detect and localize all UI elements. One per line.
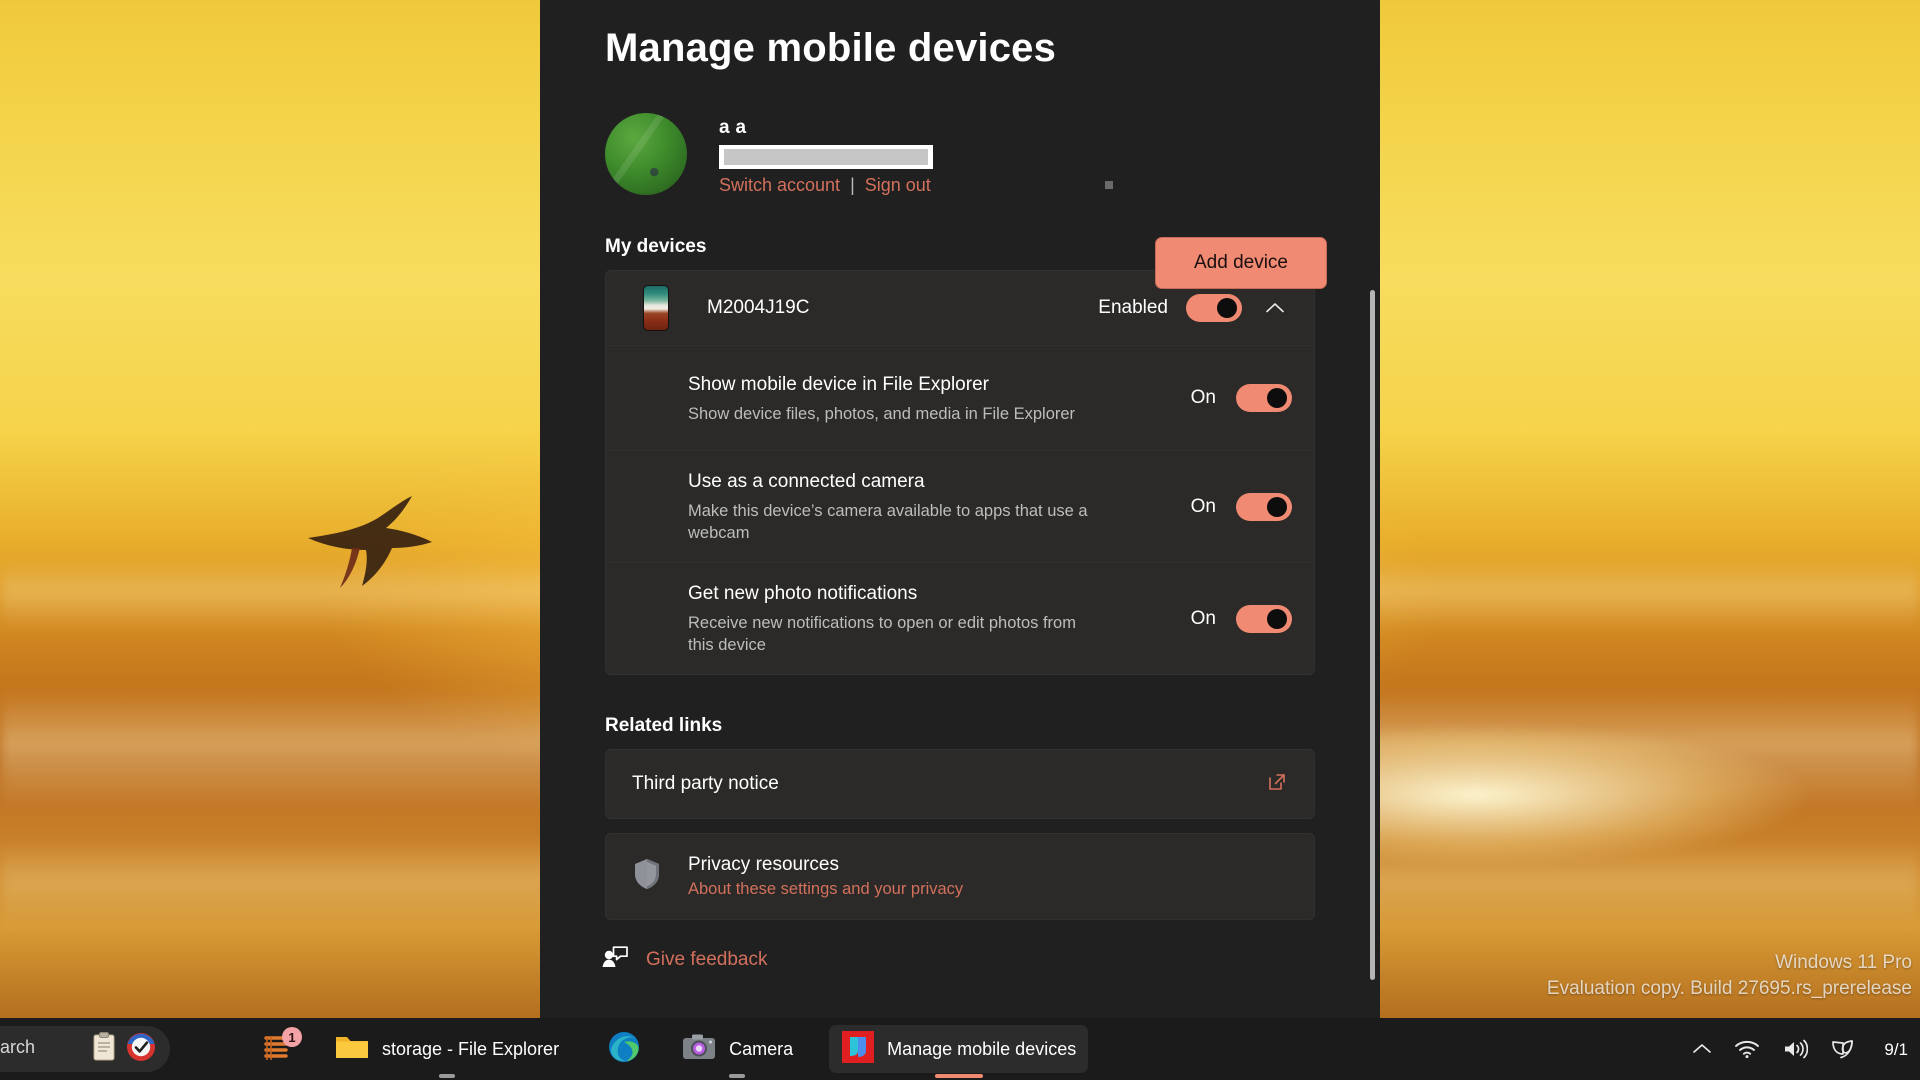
- setting-title: Get new photo notifications: [688, 583, 918, 604]
- open-external-icon: [1266, 771, 1288, 798]
- energy-saver-leaf-icon[interactable]: [1830, 1038, 1856, 1060]
- give-feedback-label: Give feedback: [646, 948, 768, 970]
- related-links-heading: Related links: [605, 715, 723, 736]
- setting-row: Use as a connected camera Make this devi…: [606, 451, 1314, 562]
- page-title: Manage mobile devices: [605, 26, 1057, 70]
- account-links: Switch account | Sign out: [719, 175, 933, 196]
- taskbar-item-manage-mobile-devices[interactable]: Manage mobile devices: [829, 1025, 1089, 1078]
- taskbar-item-label: Manage mobile devices: [887, 1038, 1077, 1059]
- setting-state-label: On: [1190, 607, 1216, 629]
- search-label: arch: [0, 1037, 36, 1057]
- sign-out-link[interactable]: Sign out: [865, 175, 931, 196]
- setting-row: Get new photo notifications Receive new …: [606, 563, 1314, 674]
- setting-description: Make this device’s camera available to a…: [688, 502, 1088, 542]
- notification-badge: 1: [282, 1027, 302, 1047]
- cursor-artifact: [1105, 181, 1113, 189]
- device-state-label: Enabled: [1098, 297, 1168, 318]
- taskbar-item-file-explorer[interactable]: storage - File Explorer: [322, 1025, 571, 1078]
- search-box[interactable]: arch: [0, 1026, 170, 1072]
- taskbar: arch 1 storage - File Explorer Camera Ma…: [0, 1018, 1920, 1080]
- taskbar-item-edge[interactable]: [595, 1025, 653, 1073]
- setting-control: On: [1190, 604, 1292, 633]
- privacy-resources-link[interactable]: Privacy resources About these settings a…: [605, 833, 1315, 920]
- wifi-icon[interactable]: [1734, 1039, 1760, 1059]
- setting-text: Get new photo notifications Receive new …: [688, 581, 1191, 656]
- taskbar-item-label: Camera: [729, 1038, 794, 1059]
- privacy-resources-title: Privacy resources: [688, 854, 839, 875]
- setting-card-connected-camera: Use as a connected camera Make this devi…: [605, 450, 1315, 562]
- taskbar-item-camera[interactable]: Camera: [669, 1025, 805, 1078]
- windows-watermark: Windows 11 Pro Evaluation copy. Build 27…: [1547, 950, 1912, 1002]
- taskbar-running-indicator: [438, 1074, 455, 1078]
- setting-card-photo-notifications: Get new photo notifications Receive new …: [605, 562, 1315, 675]
- device-enabled-toggle[interactable]: [1186, 294, 1242, 322]
- connected-camera-toggle[interactable]: [1236, 492, 1292, 521]
- add-device-button[interactable]: Add device: [1155, 237, 1327, 289]
- clock[interactable]: 9/1: [1878, 1039, 1908, 1060]
- feedback-icon: [602, 946, 628, 973]
- phone-thumbnail-icon: [643, 285, 669, 331]
- clipboard-icon[interactable]: [90, 1031, 118, 1067]
- manage-mobile-devices-window: Manage mobile devices a a Switch account…: [540, 0, 1380, 1018]
- edge-icon: [607, 1030, 641, 1069]
- setting-control: On: [1190, 492, 1292, 521]
- switch-account-link[interactable]: Switch account: [719, 175, 840, 196]
- election-check-icon[interactable]: [126, 1032, 156, 1067]
- phone-link-icon: [841, 1030, 875, 1069]
- collapse-device-chevron-up-icon[interactable]: [1258, 291, 1292, 325]
- third-party-notice-link[interactable]: Third party notice: [605, 749, 1315, 819]
- setting-text: Show mobile device in File Explorer Show…: [688, 372, 1191, 425]
- setting-title: Show mobile device in File Explorer: [688, 373, 989, 395]
- setting-description: Receive new notifications to open or edi…: [688, 614, 1076, 654]
- watermark-line-1: Windows 11 Pro: [1775, 952, 1912, 973]
- account-section: a a Switch account | Sign out Add device: [605, 113, 1380, 289]
- setting-state-label: On: [1190, 495, 1216, 517]
- system-tray: 9/1: [1692, 1018, 1920, 1080]
- account-name: a a: [719, 117, 747, 138]
- taskbar-notifications-icon[interactable]: 1: [248, 1025, 306, 1073]
- clock-date: 9/1: [1884, 1039, 1908, 1059]
- taskbar-active-indicator: [934, 1074, 983, 1078]
- setting-card-file-explorer: Show mobile device in File Explorer Show…: [605, 345, 1315, 450]
- volume-icon[interactable]: [1782, 1039, 1809, 1059]
- camera-icon: [681, 1032, 717, 1067]
- privacy-text: Privacy resources About these settings a…: [688, 854, 963, 899]
- account-details: a a Switch account | Sign out: [719, 113, 933, 196]
- give-feedback-link[interactable]: Give feedback: [602, 946, 1380, 973]
- setting-control: On: [1191, 384, 1292, 412]
- bird-silhouette-icon: [308, 496, 432, 588]
- window-scrollbar[interactable]: [1370, 290, 1375, 980]
- account-email-redacted: [719, 145, 933, 169]
- show-hidden-icons-chevron-up-icon[interactable]: [1692, 1042, 1712, 1056]
- folder-icon: [334, 1032, 370, 1067]
- device-name: M2004J19C: [707, 297, 810, 318]
- setting-description: Show device files, photos, and media in …: [688, 404, 1076, 423]
- taskbar-running-indicator: [729, 1074, 746, 1078]
- window-scroll-area: Manage mobile devices a a Switch account…: [540, 0, 1380, 1018]
- setting-state-label: On: [1190, 387, 1216, 408]
- avatar[interactable]: [605, 113, 687, 195]
- watermark-line-2: Evaluation copy. Build 27695.rs_prerelea…: [1546, 978, 1912, 999]
- link-separator: |: [850, 175, 855, 195]
- my-devices-card-group: M2004J19C Enabled Show mobile device in …: [605, 270, 1315, 675]
- setting-title: Use as a connected camera: [688, 471, 925, 492]
- third-party-notice-title: Third party notice: [632, 773, 779, 794]
- setting-text: Use as a connected camera Make this devi…: [688, 469, 1191, 544]
- show-in-file-explorer-toggle[interactable]: [1236, 384, 1292, 412]
- setting-row: Show mobile device in File Explorer Show…: [606, 346, 1314, 450]
- taskbar-item-label: storage - File Explorer: [382, 1038, 560, 1059]
- shield-icon: [632, 857, 662, 896]
- privacy-resources-subtitle: About these settings and your privacy: [688, 880, 964, 898]
- photo-notifications-toggle[interactable]: [1236, 604, 1292, 633]
